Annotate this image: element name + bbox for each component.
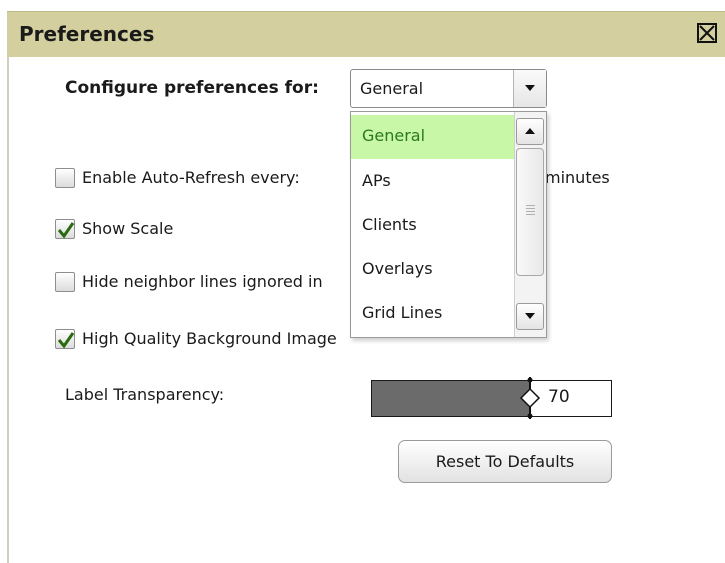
auto-refresh-minutes-label: minutes xyxy=(545,168,610,187)
chevron-down-icon xyxy=(525,313,535,319)
label-transparency-label: Label Transparency: xyxy=(65,385,225,404)
dropdown-option-aps[interactable]: APs xyxy=(351,160,515,204)
hide-neighbor-label: Hide neighbor lines ignored in xyxy=(82,272,323,291)
auto-refresh-label: Enable Auto-Refresh every: xyxy=(82,168,300,187)
scrollbar-thumb[interactable] xyxy=(516,148,544,276)
label-transparency-slider[interactable]: 70 xyxy=(371,377,612,419)
dropdown-scrollbar[interactable] xyxy=(514,112,546,337)
window-left-border xyxy=(7,14,9,563)
high-quality-checkbox[interactable] xyxy=(55,329,75,349)
slider-fill xyxy=(372,381,530,416)
chevron-down-icon xyxy=(525,85,535,91)
show-scale-label: Show Scale xyxy=(82,219,174,238)
dropdown-option-overlays[interactable]: Overlays xyxy=(351,248,515,292)
scrollbar-grip-icon xyxy=(526,205,535,215)
preferences-window: Preferences Configure preferences for: G… xyxy=(0,0,725,563)
scroll-up-button[interactable] xyxy=(516,118,544,145)
dropdown-option-general[interactable]: General xyxy=(351,115,515,159)
title-bar: Preferences xyxy=(7,11,725,57)
chevron-up-icon xyxy=(525,128,535,134)
configure-label: Configure preferences for: xyxy=(65,78,319,98)
reset-to-defaults-button[interactable]: Reset To Defaults xyxy=(398,440,612,483)
dropdown-option-clients[interactable]: Clients xyxy=(351,204,515,248)
configure-select-value: General xyxy=(360,79,424,98)
high-quality-label: High Quality Background Image xyxy=(82,329,337,348)
configure-dropdown-list: General APs Clients Overlays Grid Lines xyxy=(350,111,547,338)
slider-value: 70 xyxy=(548,387,570,407)
slider-handle-icon[interactable] xyxy=(519,377,541,419)
checkmark-icon xyxy=(57,222,75,239)
close-box-icon[interactable] xyxy=(697,23,717,43)
select-dropdown-button[interactable] xyxy=(513,70,546,107)
checkmark-icon xyxy=(57,332,75,349)
dropdown-option-grid-lines[interactable]: Grid Lines xyxy=(351,292,515,336)
hide-neighbor-checkbox[interactable] xyxy=(55,272,75,292)
auto-refresh-checkbox[interactable] xyxy=(55,168,75,188)
configure-select[interactable]: General xyxy=(350,69,547,108)
window-title: Preferences xyxy=(19,22,155,46)
scroll-down-button[interactable] xyxy=(516,303,544,330)
show-scale-checkbox[interactable] xyxy=(55,219,75,239)
